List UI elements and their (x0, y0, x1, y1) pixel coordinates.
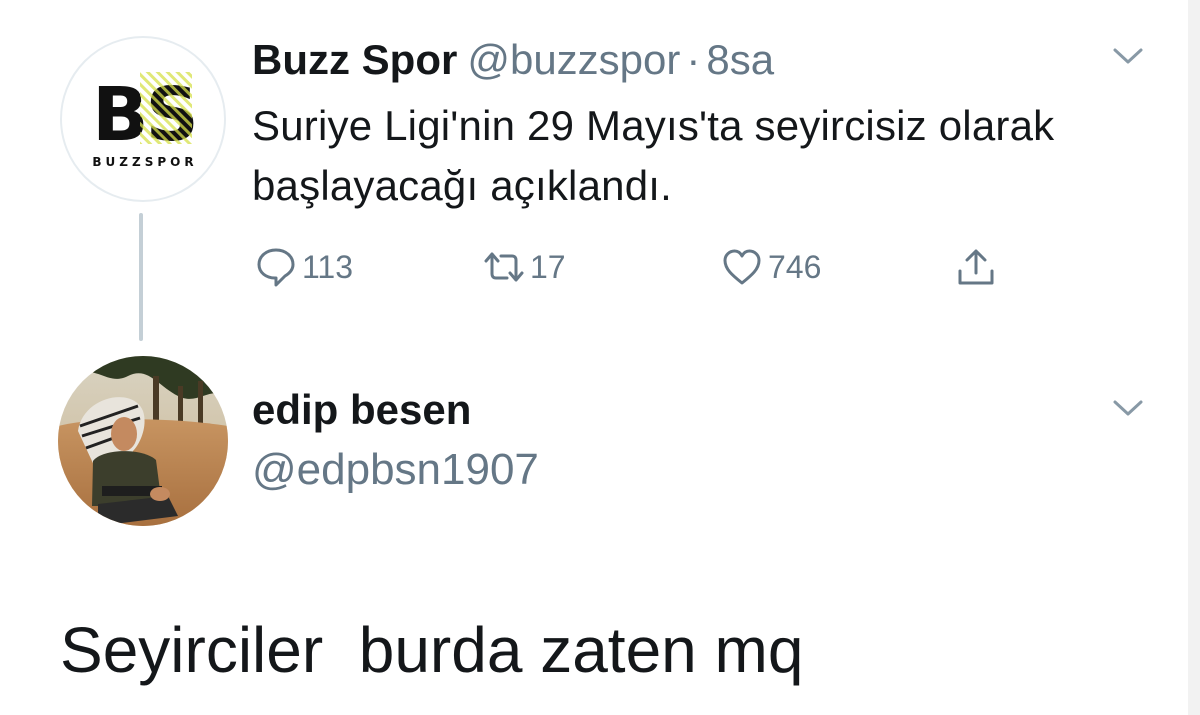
reply-icon (257, 248, 295, 287)
buzzspor-avatar[interactable]: BS BUZZSPOR (60, 36, 226, 202)
logo-caption: BUZZSPOR (92, 155, 197, 169)
retweet-button[interactable]: 17 (482, 244, 566, 290)
chevron-down-icon[interactable] (1112, 398, 1144, 418)
share-icon (958, 249, 994, 285)
like-button[interactable]: 746 (720, 244, 821, 290)
retweet-count: 17 (530, 249, 566, 285)
buzzspor-logo: BS BUZZSPOR (92, 72, 199, 169)
edip-besen-avatar[interactable] (58, 356, 228, 526)
reply-user-handle[interactable]: @edpbsn1907 (252, 444, 539, 496)
thread-line (139, 213, 143, 341)
timestamp[interactable]: 8sa (706, 36, 774, 83)
display-name[interactable]: Buzz Spor (252, 36, 457, 83)
tweet-header: Buzz Spor @buzzspor · 8sa (252, 34, 774, 86)
reply-button[interactable]: 113 (254, 244, 353, 290)
share-button[interactable] (954, 244, 998, 290)
scroll-edge (1188, 0, 1200, 715)
retweet-icon (484, 252, 524, 282)
like-count: 746 (768, 249, 822, 285)
tweet-text: Suriye Ligi'nin 29 Mayıs'ta seyircisiz o… (252, 102, 1055, 209)
heart-icon (723, 249, 761, 285)
chevron-down-icon[interactable] (1112, 46, 1144, 66)
reply-display-name[interactable]: edip besen (252, 384, 471, 436)
separator-dot: · (686, 36, 701, 83)
reply-count: 113 (302, 249, 354, 285)
profile-photo (58, 356, 228, 526)
reply-text: Seyirciler burda zaten mq (60, 614, 804, 686)
user-handle[interactable]: @buzzspor (467, 36, 680, 83)
